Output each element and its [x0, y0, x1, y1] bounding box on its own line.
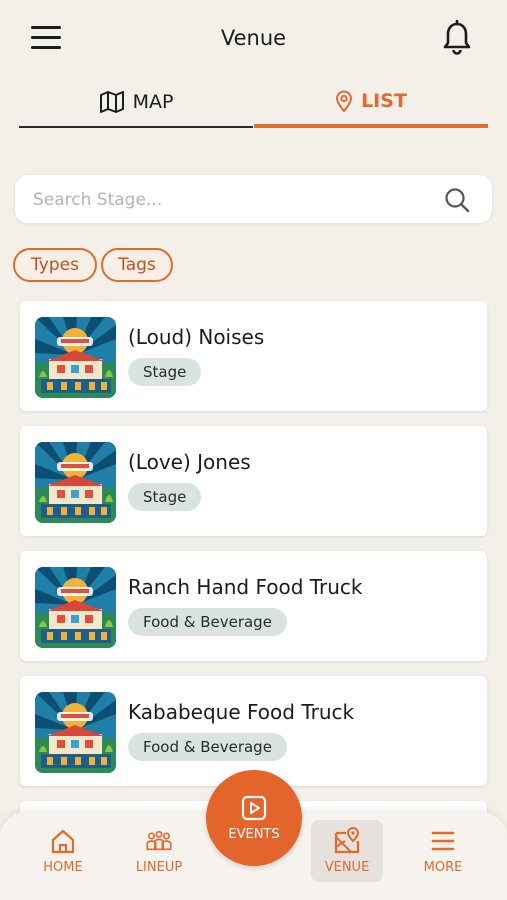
venue-type-badge: Stage: [128, 483, 202, 511]
venue-name: (Loud) Noises: [128, 325, 265, 349]
venue-thumbnail: [35, 317, 116, 398]
map-icon: [99, 91, 124, 113]
venue-type-badge: Food & Beverage: [128, 608, 287, 636]
tab-list-label: LIST: [361, 90, 407, 112]
bell-icon[interactable]: [441, 20, 473, 56]
venue-name: (Love) Jones: [128, 450, 251, 474]
search-bar: [14, 174, 493, 225]
venue-card[interactable]: (Loud) Noises Stage: [20, 301, 487, 411]
venue-thumbnail: [35, 567, 116, 648]
map-pin-icon: [334, 827, 360, 854]
filter-tags-button[interactable]: Tags: [101, 248, 173, 282]
view-tabs: MAP LIST: [19, 78, 488, 130]
search-icon[interactable]: [444, 187, 470, 213]
home-icon: [51, 829, 75, 854]
tab-map-label: MAP: [132, 91, 174, 113]
venue-card[interactable]: (Love) Jones Stage: [20, 426, 487, 536]
nav-events-button[interactable]: EVENTS: [206, 770, 302, 866]
app-header: Venue: [0, 0, 507, 78]
page-title: Venue: [220, 26, 287, 50]
nav-venue-label: VENUE: [324, 860, 370, 875]
location-pin-icon: [336, 90, 353, 112]
nav-home[interactable]: HOME: [23, 820, 103, 882]
venue-type-badge: Food & Beverage: [128, 733, 287, 761]
people-group-icon: [146, 830, 172, 851]
nav-lineup-label: LINEUP: [135, 860, 183, 875]
menu-lines-icon: [431, 831, 455, 851]
nav-events-label: EVENTS: [228, 826, 280, 842]
tab-list[interactable]: LIST: [254, 78, 488, 128]
search-input[interactable]: [33, 175, 433, 225]
venue-name: Kababeque Food Truck: [128, 700, 355, 724]
filter-types-button[interactable]: Types: [13, 248, 97, 282]
nav-home-label: HOME: [43, 860, 83, 875]
venue-name: Ranch Hand Food Truck: [128, 575, 363, 599]
venue-type-badge: Stage: [128, 358, 202, 386]
nav-more[interactable]: MORE: [403, 820, 483, 882]
play-icon: [241, 795, 267, 820]
nav-lineup[interactable]: LINEUP: [119, 820, 199, 882]
nav-venue[interactable]: VENUE: [311, 820, 383, 882]
venue-card[interactable]: Ranch Hand Food Truck Food & Beverage: [20, 551, 487, 661]
venue-thumbnail: [35, 442, 116, 523]
venue-thumbnail: [35, 692, 116, 773]
nav-more-label: MORE: [423, 860, 463, 875]
tab-map[interactable]: MAP: [19, 78, 253, 128]
